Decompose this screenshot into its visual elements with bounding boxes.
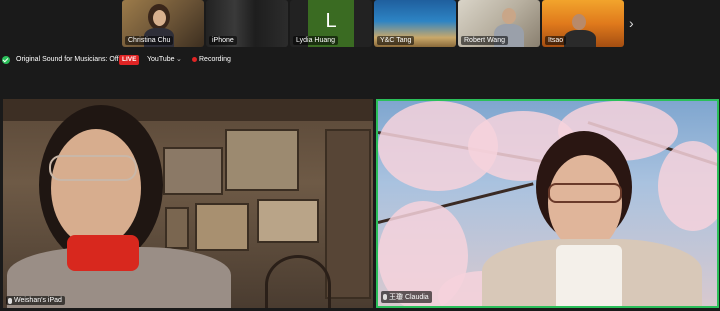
participant-name: Y&C Tang [377, 36, 415, 45]
chair [265, 255, 331, 308]
door [325, 129, 371, 299]
meeting-status-bar: Original Sound for Musicians: Off LIVE Y… [0, 52, 720, 70]
participant-face [51, 129, 141, 247]
recording-status[interactable]: Recording [199, 56, 231, 63]
participant-face [502, 8, 516, 24]
participant-label: 王瓊 Claudia [381, 291, 432, 303]
participant-face [153, 10, 166, 26]
ceiling [3, 99, 373, 121]
participant-name: iPhone [209, 36, 237, 45]
participant-name: 王瓊 Claudia [389, 294, 429, 301]
wall-picture [165, 207, 189, 249]
avatar-initial: L [325, 10, 337, 32]
participant-face [548, 155, 622, 251]
participant-gallery-strip: Christina Chu iPhone L Lydia Huang Y&C T… [0, 0, 720, 50]
microphone-icon [383, 294, 387, 300]
glasses [548, 183, 622, 203]
microphone-icon [8, 297, 12, 304]
participant-label: Weishan's iPad [6, 296, 65, 305]
wall-picture [163, 147, 223, 195]
shield-check-icon [2, 56, 10, 64]
participant-name: Christina Chu [125, 36, 174, 45]
participant-tile-christina-chu[interactable]: Christina Chu [122, 0, 204, 47]
red-collar [67, 235, 139, 271]
participant-name: Robert Wang [461, 36, 508, 45]
video-tile-weishan[interactable]: Weishan's iPad [3, 99, 373, 308]
wall-picture [257, 199, 319, 243]
video-tile-claudia[interactable]: 王瓊 Claudia [376, 99, 719, 308]
white-shirt [556, 245, 622, 306]
recording-dot-icon [192, 57, 197, 62]
chevron-right-icon[interactable]: › [629, 15, 634, 31]
participant-tile-itsao[interactable]: Itsao [542, 0, 624, 47]
participant-name: Lydia Huang [293, 36, 339, 45]
wall-picture [225, 129, 299, 191]
participant-tile-iphone[interactable]: iPhone [206, 0, 288, 47]
original-sound-toggle[interactable]: Original Sound for Musicians: Off [16, 56, 119, 63]
chevron-down-icon[interactable]: ⌄ [176, 55, 182, 63]
streaming-target-dropdown[interactable]: YouTube [147, 56, 175, 63]
live-badge: LIVE [119, 55, 140, 65]
participant-name: Weishan's iPad [14, 297, 62, 304]
blossom-cluster [658, 141, 717, 231]
wall-picture [195, 203, 249, 251]
participant-tile-yc-tang[interactable]: Y&C Tang [374, 0, 456, 47]
participant-face [572, 14, 586, 30]
glasses [49, 155, 137, 181]
participant-body [564, 30, 596, 47]
participant-tile-lydia-huang[interactable]: L Lydia Huang [290, 0, 372, 47]
participant-tile-robert-wang[interactable]: Robert Wang [458, 0, 540, 47]
participant-name: Itsao [545, 36, 567, 45]
